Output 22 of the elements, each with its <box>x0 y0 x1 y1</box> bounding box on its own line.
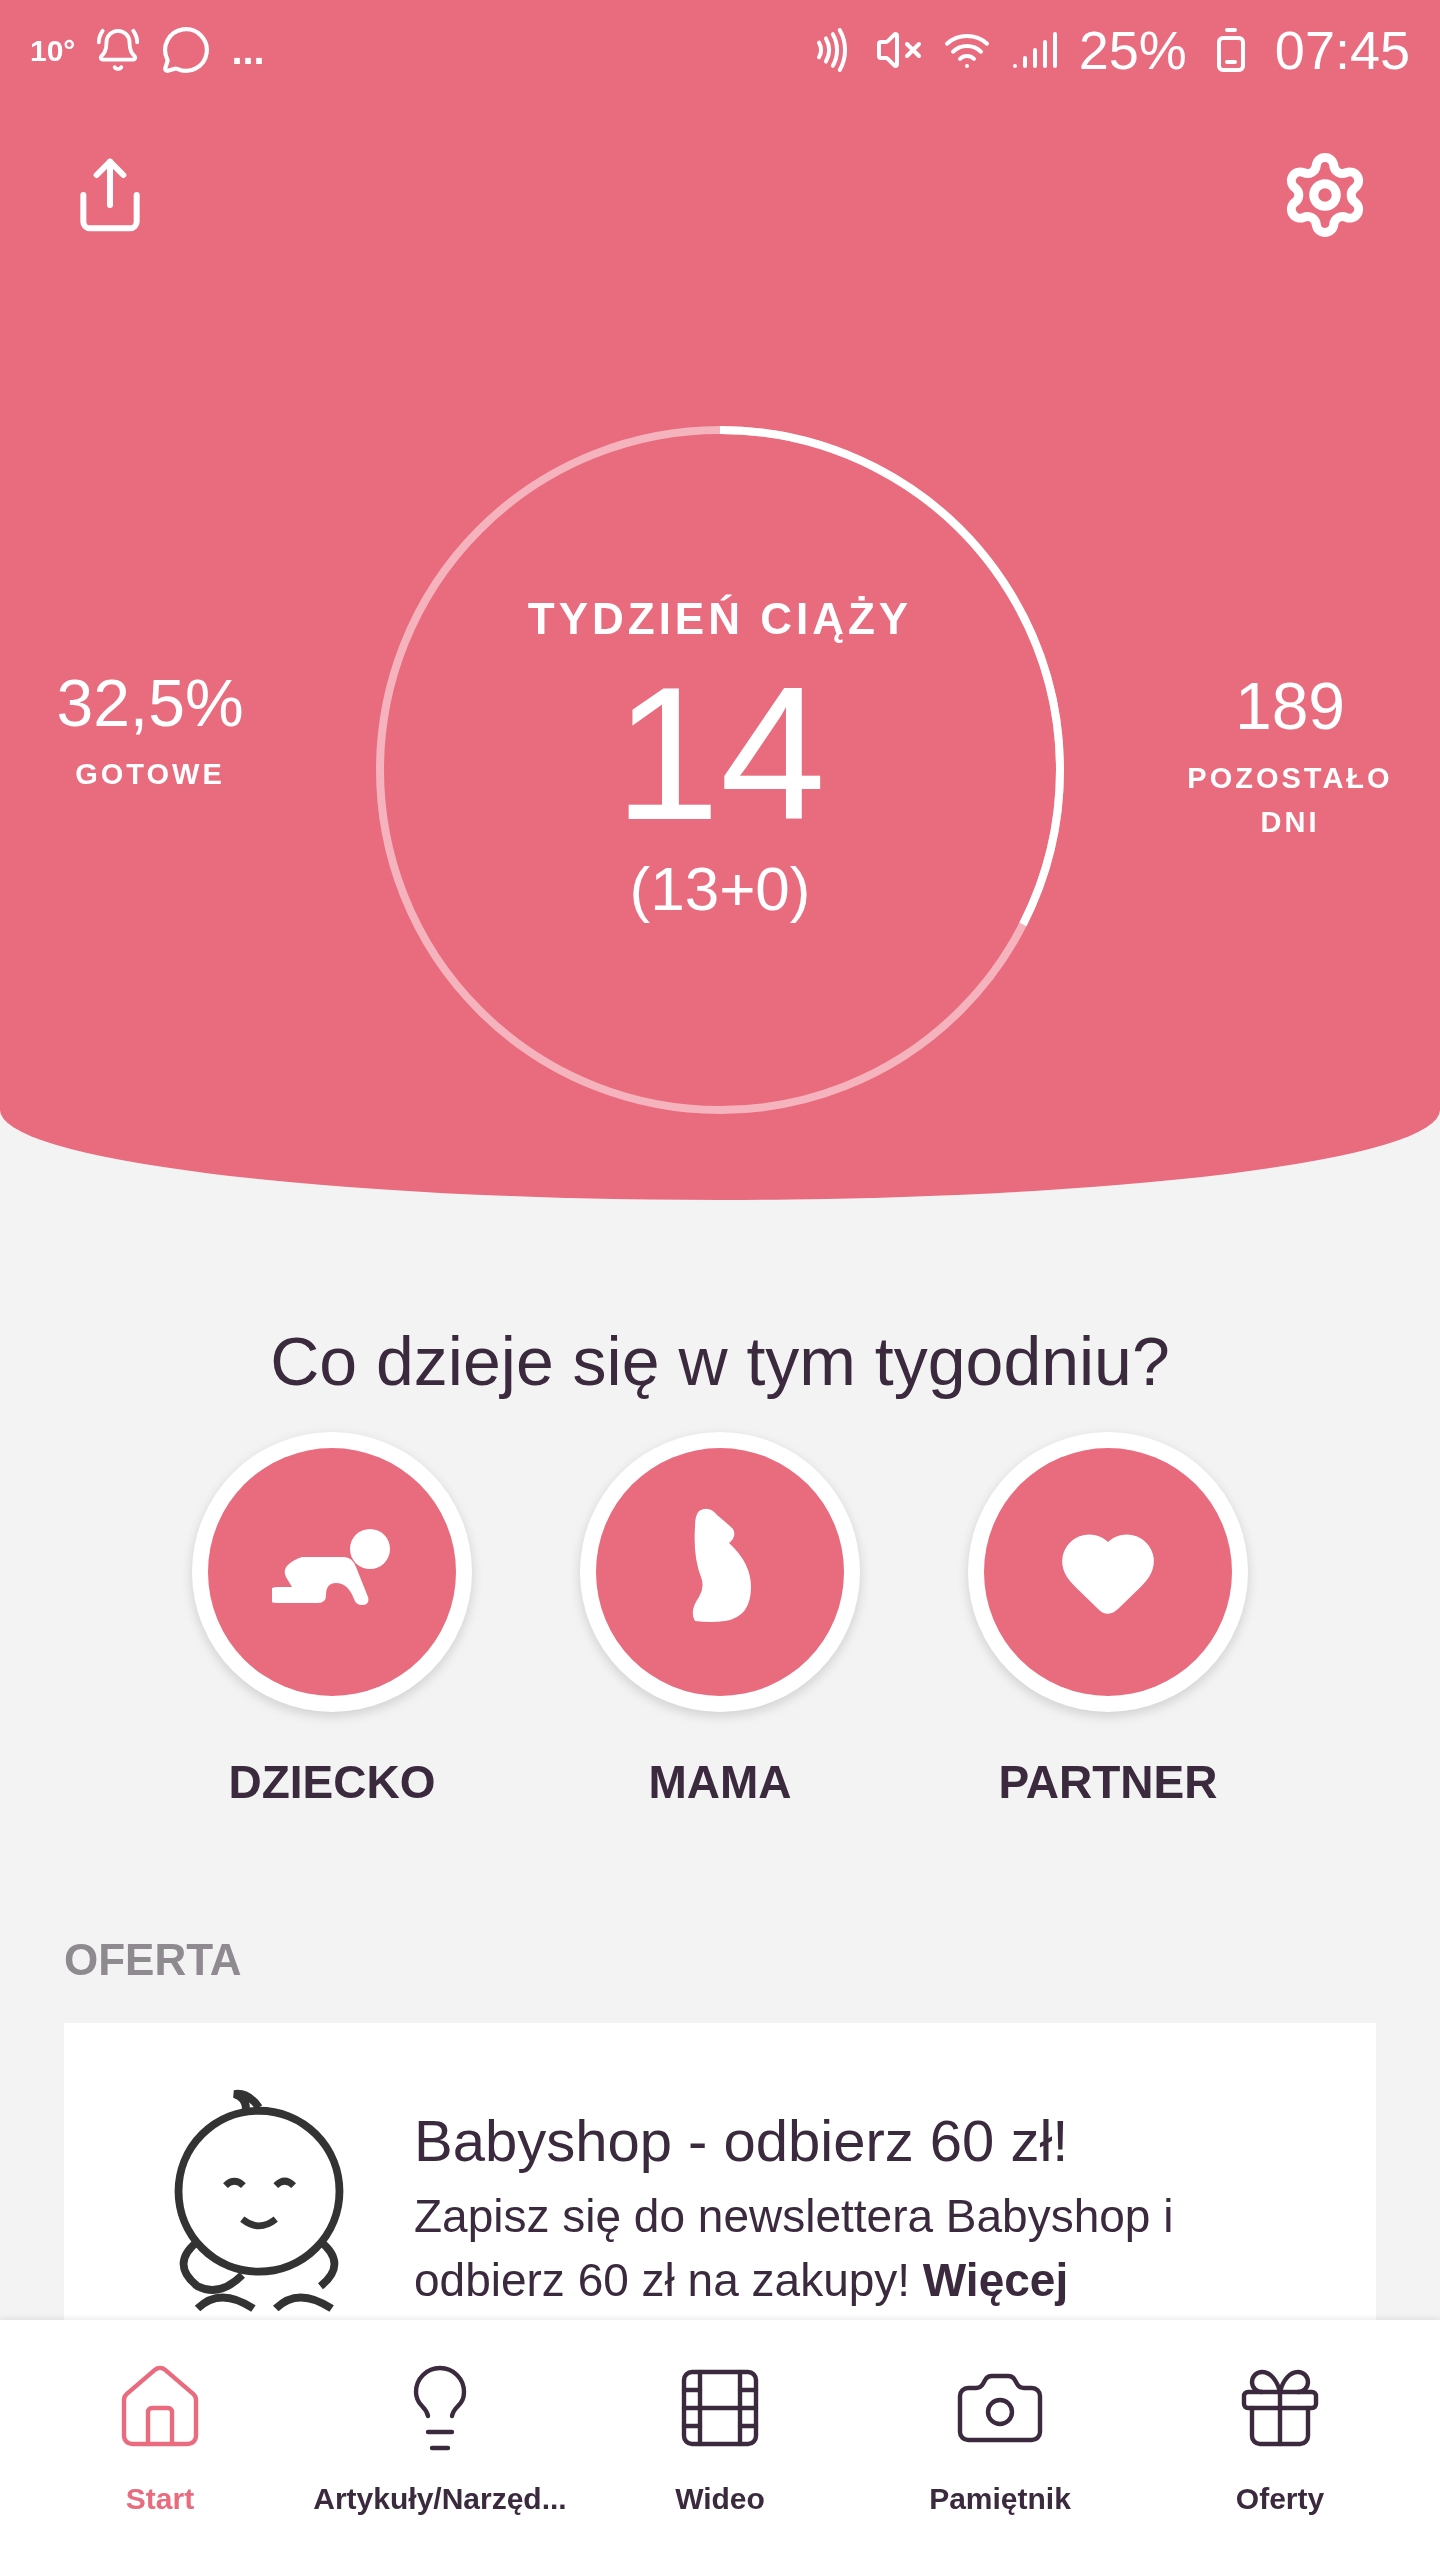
offer-card[interactable]: Babyshop - odbierz 60 zł! Zapisz się do newslettera Babyshop i odbierz 60 zł na zakupy! Więcej <box>64 2023 1376 2320</box>
week-number: 14 <box>614 658 826 848</box>
chat-bubble-icon <box>161 25 212 75</box>
offer-title: Babyshop - odbierz 60 zł! <box>414 2107 1070 2175</box>
days-left-label: POZOSTAŁO DNI <box>1186 760 1394 840</box>
section-title: Co dzieje się w tym tygodniu? <box>269 1322 1171 1401</box>
progress-percent: 32,5% <box>56 664 244 742</box>
progress-label: GOTOWE <box>75 756 225 792</box>
week-detail: (13+0) <box>629 854 811 924</box>
alarm-bell-icon <box>95 27 142 73</box>
offer-text: Zapisz się do newslettera Babyshop i odbierz 60 zł na zakupy! Więcej <box>414 2189 1175 2308</box>
nav-tab[interactable]: Oferty <box>1145 2359 1415 2521</box>
battery-percent: 25% <box>1078 18 1187 82</box>
temperature: 10° <box>30 32 76 69</box>
week-title: TYDZIEŃ CIĄŻY <box>527 593 913 645</box>
clock: 07:45 <box>1274 18 1410 82</box>
more-notifications: ... <box>231 27 265 74</box>
days-left-value: 189 <box>1234 667 1346 745</box>
nav-tab[interactable]: Artykuły/Narzęd... <box>305 2359 575 2521</box>
offer-heading: OFERTA <box>64 1934 243 1986</box>
nav-tab[interactable]: Pamiętnik <box>865 2359 1135 2521</box>
nav-tab[interactable]: Wideo <box>585 2359 855 2521</box>
